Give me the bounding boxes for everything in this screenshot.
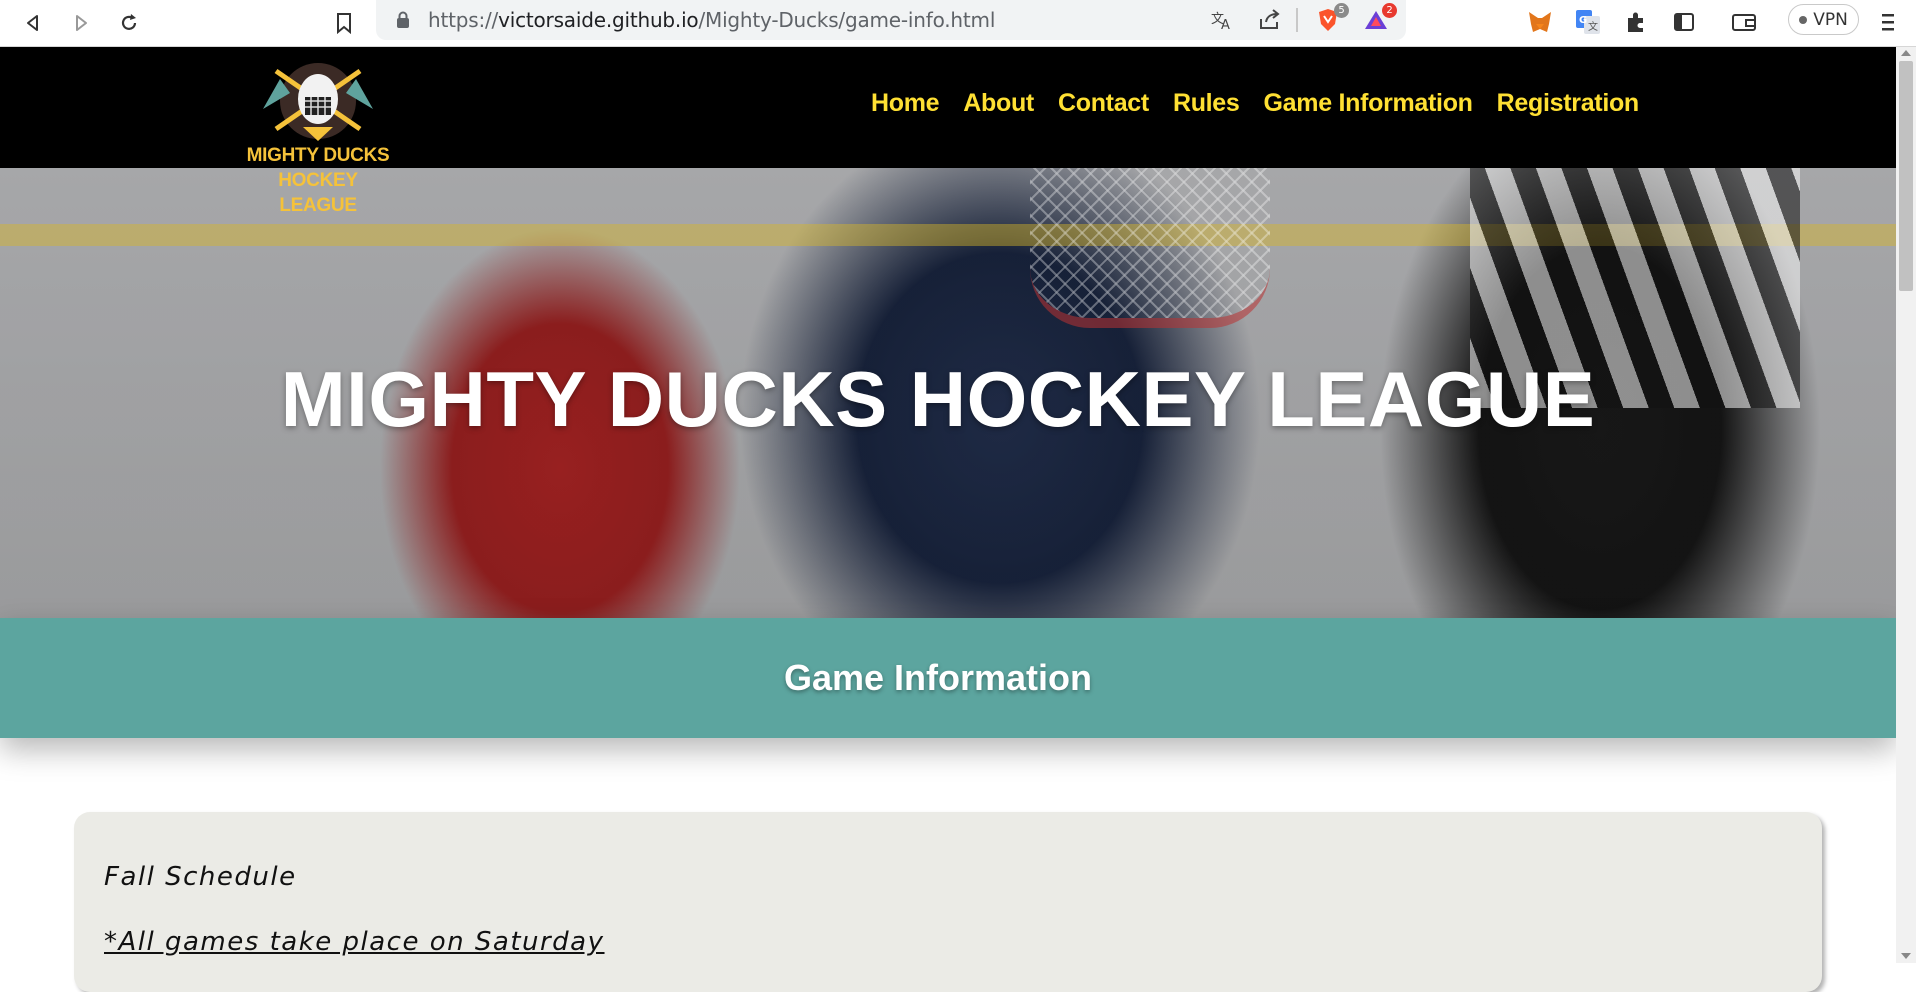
hockey-net-image — [1030, 168, 1270, 328]
logo-line-1: MIGHTY DUCKS — [246, 145, 390, 166]
svg-text:A: A — [1221, 18, 1230, 31]
sidebar-icon[interactable] — [1670, 8, 1698, 36]
section-title: Game Information — [783, 657, 1093, 698]
metamask-icon[interactable] — [1526, 8, 1554, 36]
translate-icon[interactable]: 文A — [1210, 9, 1234, 35]
forward-icon[interactable] — [66, 8, 96, 38]
brave-shields-icon[interactable]: 5 — [1314, 3, 1349, 34]
goalie-mask-icon — [263, 63, 373, 141]
share-icon[interactable] — [1258, 9, 1282, 35]
vpn-button[interactable]: VPN — [1788, 4, 1859, 35]
nav-game-information[interactable]: Game Information — [1264, 89, 1473, 118]
nav-about[interactable]: About — [963, 89, 1034, 118]
browser-toolbar: https://victorsaide.github.io/Mighty-Duc… — [0, 0, 1916, 47]
hero-title: MIGHTY DUCKS HOCKEY LEAGUE — [280, 355, 1596, 443]
menu-icon[interactable] — [1874, 8, 1902, 36]
wallet-icon[interactable] — [1730, 8, 1758, 36]
scroll-thumb[interactable] — [1899, 61, 1913, 291]
bookmark-icon[interactable] — [329, 8, 359, 38]
main-nav: Home About Contact Rules Game Informatio… — [871, 89, 1639, 118]
section-banner: Game Information — [0, 618, 1896, 738]
lock-icon — [396, 11, 410, 33]
logo-line-2: HOCKEY LEAGUE — [278, 170, 358, 216]
hero-banner: MIGHTY DUCKS HOCKEY LEAGUE — [0, 168, 1896, 618]
league-logo[interactable]: MIGHTY DUCKS HOCKEY LEAGUE — [243, 61, 393, 216]
extensions-icon[interactable] — [1622, 8, 1650, 36]
vpn-status-icon — [1799, 15, 1808, 24]
vpn-label: VPN — [1813, 9, 1848, 30]
scroll-up-icon[interactable] — [1901, 50, 1911, 56]
svg-text:G: G — [1579, 15, 1587, 26]
site-header: MIGHTY DUCKS HOCKEY LEAGUE Home About Co… — [0, 47, 1896, 216]
schedule-note: *All games take place on Saturday — [104, 927, 605, 957]
logo-text: MIGHTY DUCKS HOCKEY LEAGUE — [243, 143, 393, 218]
google-translate-icon[interactable]: G文 — [1574, 8, 1602, 36]
svg-text:文: 文 — [1588, 20, 1598, 33]
nav-home[interactable]: Home — [871, 89, 940, 118]
address-bar[interactable]: https://victorsaide.github.io/Mighty-Duc… — [376, 0, 1406, 40]
url-divider — [1296, 8, 1298, 32]
nav-rules[interactable]: Rules — [1173, 89, 1240, 118]
brave-rewards-icon[interactable]: 2 — [1362, 3, 1397, 34]
schedule-card: Fall Schedule *All games take place on S… — [74, 812, 1822, 992]
scroll-down-icon[interactable] — [1901, 953, 1911, 959]
schedule-heading: Fall Schedule — [104, 862, 297, 892]
shields-badge: 5 — [1334, 3, 1349, 18]
nav-registration[interactable]: Registration — [1497, 89, 1640, 118]
url-text: https://victorsaide.github.io/Mighty-Duc… — [428, 8, 996, 32]
back-icon[interactable] — [18, 8, 48, 38]
rewards-badge: 2 — [1382, 3, 1397, 18]
reload-icon[interactable] — [114, 8, 144, 38]
page-scrollbar[interactable] — [1896, 47, 1916, 963]
nav-contact[interactable]: Contact — [1058, 89, 1149, 118]
